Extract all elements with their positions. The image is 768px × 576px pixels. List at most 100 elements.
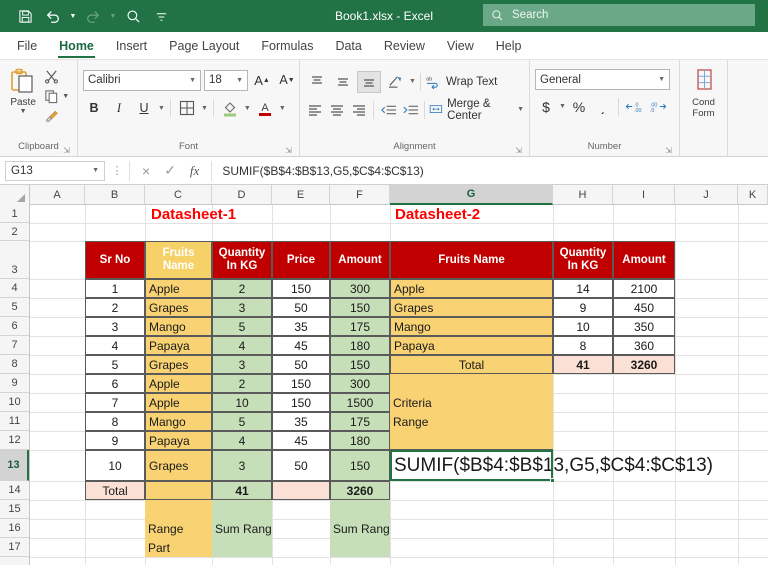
fill-color-dropdown-icon[interactable]: ▼ [244, 105, 251, 112]
row-header-12[interactable]: 12 [0, 431, 29, 450]
row-header-6[interactable]: 6 [0, 317, 29, 336]
tab-page-layout[interactable]: Page Layout [158, 36, 250, 59]
table-row[interactable]: 4 [212, 336, 272, 355]
tab-formulas[interactable]: Formulas [250, 36, 324, 59]
chevron-down-icon[interactable]: ▼ [658, 76, 665, 83]
alignment-dialog-launcher-icon[interactable]: ⇲ [515, 146, 522, 155]
table-row[interactable]: 150 [272, 279, 330, 298]
formula-input[interactable]: SUMIF($B$4:$B$13,G5,$C$4:$C$13) [212, 164, 768, 178]
align-center-button[interactable] [327, 99, 347, 121]
row-header-17[interactable]: 17 [0, 538, 29, 557]
table-row[interactable]: 50 [272, 298, 330, 317]
table-row[interactable]: 360 [613, 336, 675, 355]
align-middle-button[interactable] [331, 71, 355, 93]
tab-home[interactable]: Home [48, 36, 105, 59]
row-header-11[interactable]: 11 [0, 412, 29, 431]
table-row[interactable]: 180 [330, 336, 390, 355]
orientation-dropdown-icon[interactable]: ▼ [409, 78, 416, 85]
fill-handle[interactable] [550, 478, 555, 483]
table-row[interactable]: 8 [85, 412, 145, 431]
table-row[interactable]: 14 [553, 279, 613, 298]
table-row[interactable]: Grapes [145, 355, 212, 374]
table-row[interactable]: Apple [145, 279, 212, 298]
table-row[interactable]: 150 [330, 355, 390, 374]
column-header-b[interactable]: B [85, 185, 145, 205]
align-left-button[interactable] [305, 99, 325, 121]
wrap-text-button[interactable]: ab Wrap Text [425, 74, 497, 89]
borders-button[interactable] [176, 97, 198, 119]
row-header-2[interactable]: 2 [0, 223, 29, 241]
table-row[interactable]: 9 [553, 298, 613, 317]
row-header-9[interactable]: 9 [0, 374, 29, 393]
row-header-15[interactable]: 15 [0, 500, 29, 519]
table-row[interactable]: 150 [330, 450, 390, 481]
row-header-16[interactable]: 16 [0, 519, 29, 538]
font-color-dropdown-icon[interactable]: ▼ [279, 105, 286, 112]
tab-insert[interactable]: Insert [105, 36, 158, 59]
table-row[interactable]: Mango [145, 317, 212, 336]
table-row[interactable]: 4 [212, 431, 272, 450]
number-format-select[interactable]: General ▼ [535, 69, 670, 90]
row-header-4[interactable]: 4 [0, 279, 29, 298]
column-header-c[interactable]: C [145, 185, 212, 205]
font-dialog-launcher-icon[interactable]: ⇲ [285, 146, 292, 155]
table-row[interactable]: Mango [390, 317, 553, 336]
increase-decimal-button[interactable]: .00.0 [647, 96, 669, 118]
table-row[interactable]: 5 [85, 355, 145, 374]
decrease-indent-button[interactable] [378, 99, 398, 121]
row-header-7[interactable]: 7 [0, 336, 29, 355]
orientation-button[interactable] [383, 71, 407, 93]
grow-font-button[interactable]: A ▲ [251, 69, 273, 91]
column-header-g[interactable]: G [390, 185, 553, 205]
borders-dropdown-icon[interactable]: ▼ [201, 105, 208, 112]
paste-button[interactable]: Paste ▼ [5, 64, 41, 115]
table-row[interactable]: 45 [272, 336, 330, 355]
number-dialog-launcher-icon[interactable]: ⇲ [665, 146, 672, 155]
table-row[interactable]: Papaya [145, 336, 212, 355]
row-header-8[interactable]: 8 [0, 355, 29, 374]
table-row[interactable]: 35 [272, 317, 330, 336]
table-row[interactable]: 2100 [613, 279, 675, 298]
table-row[interactable]: 50 [272, 450, 330, 481]
table-row[interactable]: 150 [272, 393, 330, 412]
customize-quick-access-toolbar-icon[interactable] [148, 4, 174, 28]
table-row[interactable]: 5 [212, 317, 272, 336]
percent-style-button[interactable]: % [568, 96, 590, 118]
row-header-5[interactable]: 5 [0, 298, 29, 317]
table-row[interactable]: Mango [145, 412, 212, 431]
table-row[interactable]: 1 [85, 279, 145, 298]
table-row[interactable]: 150 [272, 374, 330, 393]
table-row[interactable]: 1500 [330, 393, 390, 412]
confirm-formula-icon[interactable]: ✓ [164, 162, 176, 179]
name-box-dropdown-icon[interactable]: ▼ [92, 167, 99, 174]
table-row[interactable]: 350 [613, 317, 675, 336]
save-icon[interactable] [12, 4, 38, 28]
undo-icon[interactable] [40, 4, 66, 28]
conditional-formatting-button[interactable]: Cond Form [683, 64, 725, 119]
table-row[interactable]: 175 [330, 317, 390, 336]
table-row[interactable]: Grapes [145, 450, 212, 481]
table-row[interactable]: 175 [330, 412, 390, 431]
table-row[interactable]: Papaya [390, 336, 553, 355]
search-zoom-icon[interactable] [120, 4, 146, 28]
align-top-button[interactable] [305, 71, 329, 93]
table-row[interactable]: 2 [212, 374, 272, 393]
table-row[interactable]: 300 [330, 374, 390, 393]
table-row[interactable]: 6 [85, 374, 145, 393]
tab-help[interactable]: Help [485, 36, 533, 59]
column-header-d[interactable]: D [212, 185, 272, 205]
table-row[interactable]: Apple [145, 393, 212, 412]
fill-color-button[interactable] [219, 97, 241, 119]
table-row[interactable]: 10 [212, 393, 272, 412]
font-size-input[interactable]: 18 ▼ [204, 69, 248, 91]
copy-dropdown-icon[interactable]: ▼ [62, 93, 69, 100]
decrease-decimal-button[interactable]: .0.00 [623, 96, 645, 118]
table-row[interactable]: Apple [390, 279, 553, 298]
redo-dropdown-icon[interactable]: ▼ [108, 4, 118, 28]
formula-bar-handle[interactable]: ⋮ [105, 164, 129, 177]
italic-button[interactable]: I [108, 97, 130, 119]
chevron-down-icon[interactable]: ▼ [189, 77, 196, 84]
tab-view[interactable]: View [436, 36, 485, 59]
underline-button[interactable]: U [133, 97, 155, 119]
chevron-down-icon[interactable]: ▼ [236, 77, 243, 84]
